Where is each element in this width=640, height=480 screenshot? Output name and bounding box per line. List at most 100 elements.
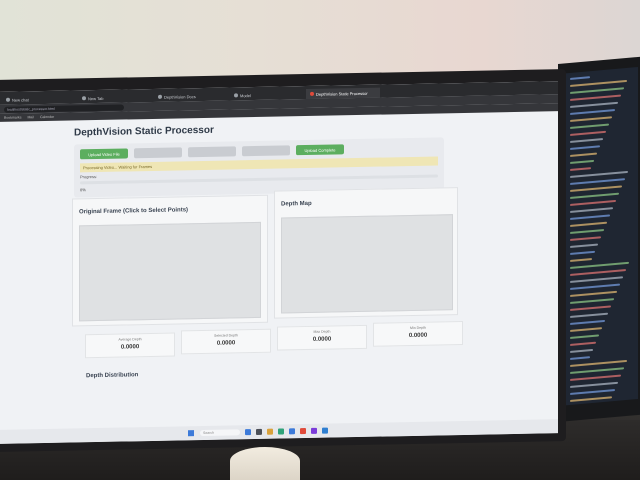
- metric-max-depth: Max Depth 0.0000: [277, 324, 367, 351]
- bookmark-item[interactable]: Calendar: [40, 115, 54, 119]
- original-frame-title: Original Frame (Click to Select Points): [79, 207, 189, 216]
- code-line: [570, 305, 611, 311]
- code-line: [570, 167, 591, 171]
- code-line: [570, 138, 603, 143]
- code-line: [570, 207, 613, 213]
- taskbar-app-icon[interactable]: [256, 428, 262, 435]
- metric-label: Average Depth: [118, 337, 142, 342]
- metric-value: 0.0000: [312, 336, 332, 343]
- metric-min-depth: Min Depth 0.0000: [373, 320, 463, 347]
- metric-label: Selected Depth: [214, 333, 238, 338]
- metric-label: Min Depth: [410, 325, 426, 331]
- code-line: [570, 228, 604, 234]
- code-line: [570, 214, 610, 220]
- control-button[interactable]: [242, 145, 290, 157]
- code-line: [570, 389, 615, 395]
- metric-average-depth: Average Depth 0.0000: [85, 332, 175, 359]
- taskbar-app-icon[interactable]: [311, 427, 317, 434]
- code-line: [570, 374, 621, 381]
- code-line: [570, 109, 615, 115]
- control-button[interactable]: Upload Video File: [80, 148, 128, 160]
- metric-value: 0.0000: [408, 332, 428, 340]
- code-line: [570, 145, 600, 150]
- original-frame-canvas[interactable]: [79, 221, 261, 322]
- code-line: [570, 185, 622, 192]
- windows-start-icon[interactable]: [188, 430, 194, 437]
- code-line: [570, 356, 590, 360]
- depth-map-title: Depth Map: [281, 200, 312, 208]
- code-line: [570, 221, 607, 227]
- code-line: [570, 76, 590, 80]
- taskbar-app-icon[interactable]: [289, 428, 295, 435]
- code-line: [570, 101, 618, 108]
- code-line: [570, 359, 627, 367]
- side-code-editor: [564, 67, 638, 406]
- side-monitor: [558, 56, 640, 423]
- browser-tab[interactable]: New Tab: [78, 92, 152, 103]
- code-line: [570, 348, 593, 353]
- code-line: [570, 283, 620, 290]
- code-line: [570, 312, 608, 318]
- code-line: [570, 403, 609, 406]
- tab-label: New chat: [12, 96, 29, 103]
- code-line: [570, 261, 629, 269]
- code-line: [570, 250, 595, 255]
- code-line: [570, 341, 596, 346]
- cup: [230, 447, 300, 480]
- code-line: [570, 130, 606, 136]
- page-title: DepthVision Static Processor: [74, 124, 214, 139]
- code-line: [570, 334, 599, 339]
- code-line: [570, 116, 612, 122]
- tab-label: DepthVision Static Processor: [316, 90, 368, 97]
- code-line: [570, 243, 598, 248]
- control-button[interactable]: Upload Complete: [296, 144, 344, 156]
- browser-tab[interactable]: DepthVision Docs: [154, 91, 228, 102]
- browser-tab[interactable]: DepthVision Static Processor: [306, 87, 380, 100]
- code-line: [570, 236, 601, 241]
- code-line: [570, 319, 605, 325]
- tab-favicon-icon: [82, 96, 86, 101]
- tab-favicon-icon: [6, 97, 10, 102]
- taskbar-app-icon[interactable]: [322, 427, 328, 434]
- code-line: [570, 290, 617, 297]
- code-line: [570, 94, 621, 101]
- code-line: [570, 327, 602, 332]
- taskbar-app-icon[interactable]: [278, 428, 284, 435]
- metrics-row: Average Depth 0.0000 Selected Depth 0.00…: [85, 320, 465, 364]
- original-frame-panel: Original Frame (Click to Select Points): [72, 194, 268, 327]
- tab-favicon-icon: [158, 94, 162, 99]
- metric-value: 0.0000: [216, 340, 236, 347]
- tab-favicon-icon: [310, 91, 314, 96]
- taskbar-app-icon[interactable]: [300, 428, 306, 435]
- code-line: [570, 170, 628, 178]
- tab-label: New Tab: [88, 95, 104, 101]
- browser-tab[interactable]: Model: [230, 89, 304, 100]
- tab-label: DepthVision Docs: [164, 93, 196, 100]
- code-line: [570, 178, 625, 185]
- depth-map-canvas: [281, 214, 453, 314]
- taskbar-search[interactable]: Search: [200, 429, 240, 437]
- app-header: DepthVision Static Processor Upload Vide…: [74, 117, 464, 198]
- taskbar-app-icon[interactable]: [267, 428, 273, 435]
- control-button[interactable]: [134, 147, 182, 159]
- code-line: [570, 276, 623, 283]
- bookmark-item[interactable]: Mail: [28, 115, 34, 119]
- bookmark-item[interactable]: Bookmarks: [4, 115, 22, 119]
- code-line: [570, 298, 614, 304]
- code-line: [570, 199, 616, 206]
- browser-window: New chat New Tab DepthVision Docs Model Dept…: [0, 81, 558, 444]
- panels-area: Original Frame (Click to Select Points) …: [72, 187, 472, 339]
- tab-favicon-icon: [234, 93, 238, 98]
- taskbar: Search: [0, 419, 558, 444]
- code-line: [570, 123, 609, 129]
- tab-label: Model: [240, 92, 251, 98]
- taskbar-app-icon[interactable]: [245, 429, 251, 436]
- main-monitor: New chat New Tab DepthVision Docs Model Dept…: [0, 69, 566, 453]
- browser-tab[interactable]: New chat: [2, 93, 76, 104]
- metric-label: Max Depth: [313, 329, 331, 334]
- metric-selected-depth: Selected Depth 0.0000: [181, 328, 271, 355]
- code-line: [570, 269, 626, 276]
- code-line: [570, 152, 597, 157]
- control-button[interactable]: [188, 146, 236, 158]
- depth-distribution-title: Depth Distribution: [86, 372, 139, 380]
